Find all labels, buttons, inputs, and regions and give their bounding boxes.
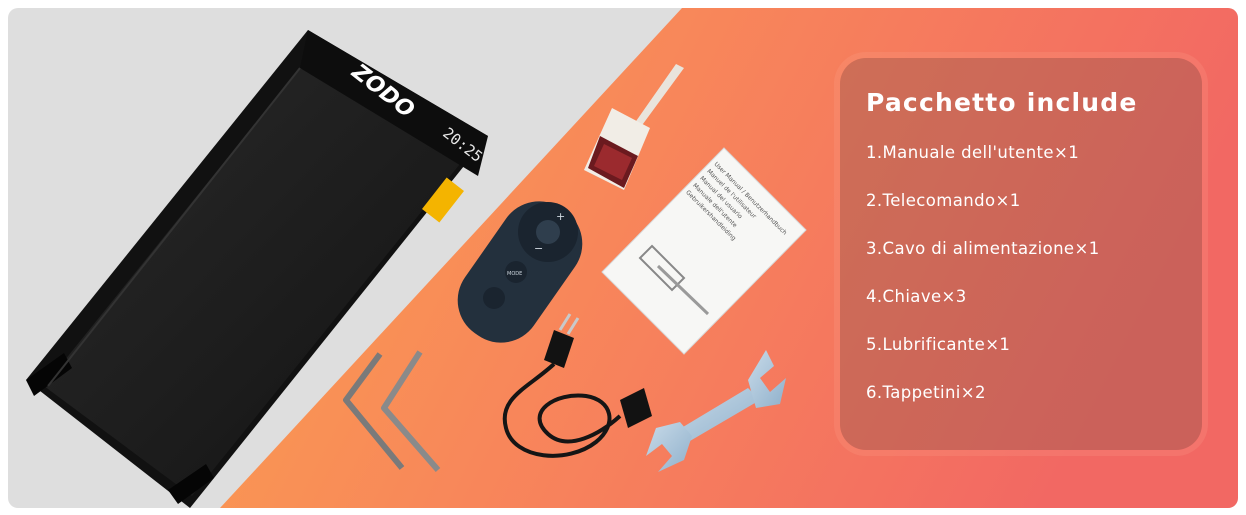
product-banner: ZODO 20:25 + − MODE User Manual / Benutz… <box>8 8 1238 508</box>
package-items-list: 1.Manuale dell'utente×1 2.Telecomando×1 … <box>866 129 1202 417</box>
package-item: 6.Tappetini×2 <box>866 383 986 402</box>
remote-plus: + <box>556 210 565 223</box>
remote-mode: MODE <box>507 271 522 277</box>
package-item: 4.Chiave×3 <box>866 287 967 306</box>
remote-minus: − <box>534 242 543 255</box>
package-item: 3.Cavo di alimentazione×1 <box>866 239 1100 258</box>
package-item: 5.Lubrificante×1 <box>866 335 1011 354</box>
package-title: Pacchetto include <box>866 88 1138 117</box>
package-item: 2.Telecomando×1 <box>866 191 1021 210</box>
package-item: 1.Manuale dell'utente×1 <box>866 143 1080 162</box>
package-contents-panel: Pacchetto include 1.Manuale dell'utente×… <box>840 58 1202 450</box>
